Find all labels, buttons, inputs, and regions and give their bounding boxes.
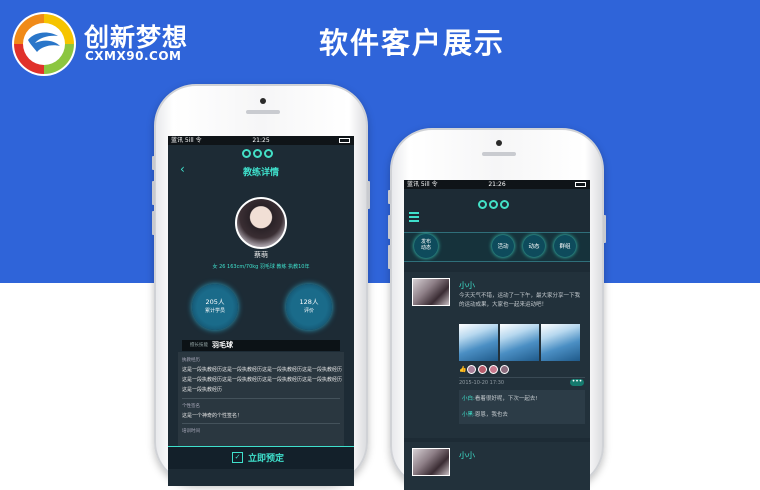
header-title: 教练详情 [242, 168, 279, 178]
stat-reviews-value: 128人 [299, 298, 319, 306]
battery-icon [575, 182, 586, 187]
volume-up-button [152, 181, 155, 205]
comment-text: 恩恩，我也去 [474, 412, 508, 418]
like-icon[interactable]: 👍 [459, 366, 466, 373]
tab-moments[interactable]: 动态 [523, 235, 545, 257]
divider [459, 377, 585, 378]
stat-reviews-label: 评价 [303, 308, 314, 314]
book-now-label: 立即预定 [248, 454, 285, 464]
earpiece-speaker [246, 110, 280, 114]
more-options-button[interactable]: ••• [570, 379, 584, 386]
check-icon: ✓ [232, 452, 243, 463]
earpiece-speaker [482, 152, 516, 156]
book-now-button[interactable]: ✓ 立即预定 [168, 446, 354, 469]
divider [182, 398, 340, 399]
post-text: 今天天气不错，运动了一下午，最大家分享一下我的运动成果，大家也一起来运动吧！ [459, 293, 581, 308]
power-button [367, 181, 370, 209]
experience-text: 这是一段执教经历这是一段执教经历这是一段执教经历这是一段执教经历这是一段执教经历… [182, 367, 343, 393]
power-button [603, 215, 606, 243]
phone-right: 蓝讯 5ill 令 21:26 发布 动态 活动 动态 群组 小小 今天天气不错… [388, 128, 606, 490]
tab-groups[interactable]: 群组 [554, 235, 576, 257]
skill-tab-value: 羽毛球 [212, 341, 233, 349]
tab-moments-label: 动态 [528, 244, 540, 250]
page-title: 软件客户展示 [318, 26, 505, 60]
experience-title: 执教经历 [182, 358, 200, 363]
post-photo[interactable] [459, 324, 498, 361]
coach-info: 女 26 163cm/70kg 羽毛球 教练 执教10年 [212, 264, 310, 270]
comment-row: 小白:看着很好呢，下次一起去! [462, 394, 538, 402]
skill-tab-label: 擅长技能 [190, 343, 208, 348]
training-time-title: 培训时间 [182, 429, 200, 434]
liker-avatar[interactable] [467, 365, 476, 374]
publish-post-label: 发布 动态 [420, 239, 431, 251]
app-logo-icon [478, 200, 509, 209]
mute-switch [388, 190, 391, 204]
post-username[interactable]: 小小 [459, 280, 475, 291]
user-avatar[interactable] [412, 278, 450, 306]
front-camera [260, 98, 266, 104]
comment-user[interactable]: 小白: [462, 396, 475, 402]
status-time: 21:25 [252, 137, 270, 144]
phone-left-screen: 蓝讯 5ill 令 21:25 ‹ 教练详情 蔡萌 女 26 163cm/70k… [168, 136, 354, 486]
stat-students-label: 累计学员 [204, 308, 225, 314]
battery-icon [339, 138, 350, 143]
coach-avatar [235, 197, 287, 249]
tab-activity-label: 活动 [497, 244, 509, 250]
liker-avatar[interactable] [500, 365, 509, 374]
divider [182, 423, 340, 424]
user-avatar[interactable] [412, 448, 450, 476]
mute-switch [152, 156, 155, 170]
comments-box: 小白:看着很好呢，下次一起去! 小黑:恩恩，我也去 [459, 390, 585, 424]
tab-groups-label: 群组 [559, 244, 571, 250]
comment-text: 看着很好呢，下次一起去! [474, 396, 538, 402]
status-bar: 蓝讯 5ill 令 21:26 [404, 180, 590, 189]
post-card: 小小 今天天气不错，运动了一下午，最大家分享一下我的运动成果，大家也一起来运动吧… [404, 272, 590, 438]
front-camera [496, 140, 502, 146]
comment-row: 小黑:恩恩，我也去 [462, 410, 508, 418]
post-photo[interactable] [500, 324, 539, 361]
liker-avatar[interactable] [489, 365, 498, 374]
liker-avatar[interactable] [478, 365, 487, 374]
post-card: 小小 [404, 442, 590, 490]
stat-reviews[interactable]: 128人 评价 [286, 284, 332, 330]
publish-post-button[interactable]: 发布 动态 [414, 234, 438, 258]
signature-text: 这是一个神奇的个性签名！ [182, 413, 243, 419]
skill-tab[interactable]: 擅长技能 羽毛球 [182, 340, 340, 351]
volume-down-button [152, 211, 155, 235]
volume-down-button [388, 245, 391, 269]
app-logo-icon [242, 149, 273, 158]
status-time: 21:26 [488, 181, 506, 188]
tab-activity[interactable]: 活动 [492, 235, 514, 257]
volume-up-button [388, 215, 391, 239]
comment-user[interactable]: 小黑: [462, 412, 475, 418]
phone-left: 蓝讯 5ill 令 21:25 ‹ 教练详情 蔡萌 女 26 163cm/70k… [152, 84, 370, 486]
phone-right-screen: 蓝讯 5ill 令 21:26 发布 动态 活动 动态 群组 小小 今天天气不错… [404, 180, 590, 490]
white-background [0, 283, 760, 456]
post-time: 2015-10-20 17:30 [459, 380, 505, 386]
signature-title: 个性签名 [182, 404, 200, 409]
status-bar: 蓝讯 5ill 令 21:25 [168, 136, 354, 145]
menu-icon[interactable] [409, 212, 419, 222]
stat-students-value: 205人 [205, 298, 225, 306]
post-photo[interactable] [541, 324, 580, 361]
stat-students: 205人 累计学员 [192, 284, 238, 330]
coach-name: 蔡萌 [254, 251, 268, 259]
